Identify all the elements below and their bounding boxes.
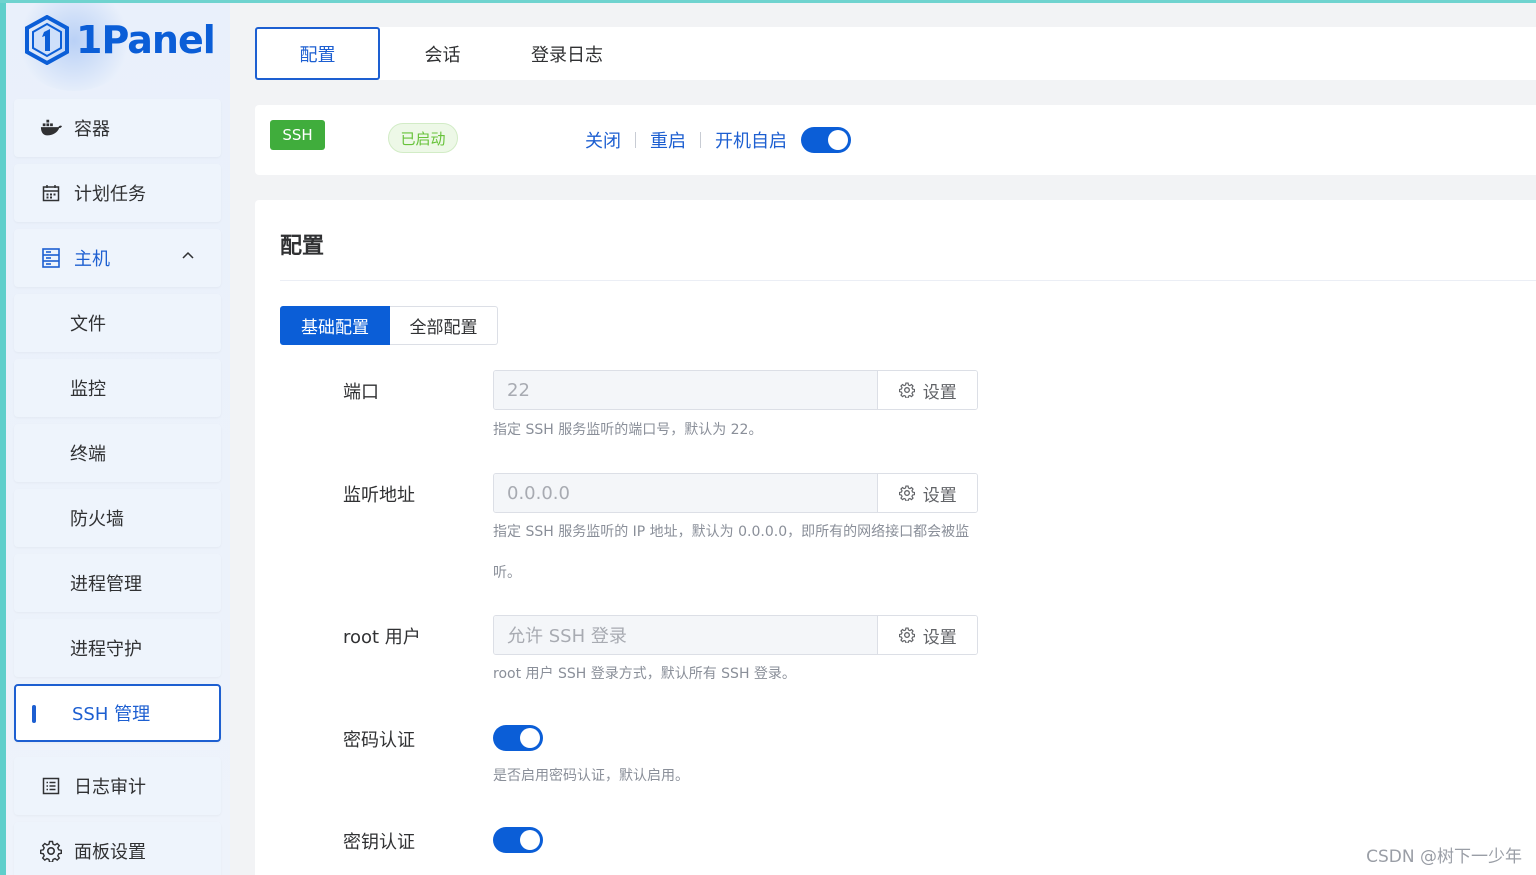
top-accent-strip <box>0 0 1536 3</box>
listen-address-input-group: 0.0.0.0 设置 <box>493 473 978 513</box>
listen-address-input[interactable]: 0.0.0.0 <box>494 474 878 512</box>
key-auth-toggle[interactable] <box>493 827 543 853</box>
sidebar-item-firewall[interactable]: 防火墙 <box>14 489 221 547</box>
port-label: 端口 <box>343 382 379 403</box>
sidebar-item-ssh[interactable]: SSH 管理 <box>14 684 221 742</box>
sidebar: 1Panel 容器 计划任务 主机 文件 监控 终端 防火墙 进程管理 进程守护… <box>0 3 230 875</box>
key-auth-label: 密钥认证 <box>343 832 415 853</box>
root-user-label: root 用户 <box>343 627 421 648</box>
tab-config[interactable]: 配置 <box>255 27 380 80</box>
root-user-input-group: 允许 SSH 登录 设置 <box>493 615 978 655</box>
logo[interactable]: 1Panel <box>14 3 224 91</box>
chevron-up-icon <box>182 251 194 259</box>
active-indicator <box>32 705 36 723</box>
sidebar-item-monitor[interactable]: 监控 <box>14 359 221 417</box>
sidebar-item-host[interactable]: 主机 <box>14 229 221 287</box>
sidebar-item-settings[interactable]: 面板设置 <box>14 822 221 875</box>
port-input[interactable]: 22 <box>494 371 878 409</box>
card-title: 配置 <box>280 234 325 259</box>
listen-address-hint: 指定 SSH 服务监听的 IP 地址，默认为 0.0.0.0，即所有的网络接口都… <box>493 524 970 581</box>
config-mode-segment: 基础配置 全部配置 <box>280 306 498 345</box>
sidebar-item-terminal[interactable]: 终端 <box>14 424 221 482</box>
root-user-select[interactable]: 允许 SSH 登录 <box>494 616 878 654</box>
port-hint: 指定 SSH 服务监听的端口号，默认为 22。 <box>493 422 763 438</box>
service-status-bar: SSH 已启动 关闭 重启 开机自启 <box>255 105 1536 175</box>
root-user-hint: root 用户 SSH 登录方式，默认所有 SSH 登录。 <box>493 666 796 682</box>
service-actions: 关闭 重启 开机自启 <box>585 125 851 155</box>
log-icon <box>40 775 62 797</box>
top-tab-bar: 配置 会话 登录日志 <box>255 27 1536 80</box>
port-input-group: 22 设置 <box>493 370 978 410</box>
server-icon <box>40 247 62 269</box>
password-auth-toggle[interactable] <box>493 725 543 751</box>
sidebar-item-cron[interactable]: 计划任务 <box>14 164 221 222</box>
config-card: 配置 基础配置 全部配置 端口 22 设置 指定 SSH 服务监听的端口号，默认… <box>255 200 1536 875</box>
root-user-set-button[interactable]: 设置 <box>877 616 977 654</box>
status-badge: 已启动 <box>388 123 458 153</box>
tab-sessions[interactable]: 会话 <box>390 27 495 80</box>
full-config-button[interactable]: 全部配置 <box>390 306 498 345</box>
port-set-button[interactable]: 设置 <box>877 371 977 409</box>
gear-icon <box>40 840 62 862</box>
password-auth-label: 密码认证 <box>343 730 415 751</box>
sidebar-item-process[interactable]: 进程管理 <box>14 554 221 612</box>
calendar-icon <box>40 182 62 204</box>
gear-icon <box>898 485 915 501</box>
1panel-logo-icon <box>25 15 69 65</box>
autostart-toggle[interactable] <box>801 127 851 153</box>
sidebar-item-container[interactable]: 容器 <box>14 99 221 157</box>
watermark: CSDN @树下一少年 <box>1366 847 1522 867</box>
sidebar-item-logs[interactable]: 日志审计 <box>14 757 221 815</box>
logo-text: 1Panel <box>76 18 216 62</box>
tab-login-log[interactable]: 登录日志 <box>517 27 617 80</box>
basic-config-button[interactable]: 基础配置 <box>280 306 390 345</box>
docker-icon <box>40 117 62 139</box>
service-tag: SSH <box>270 120 325 150</box>
listen-address-label: 监听地址 <box>343 485 415 506</box>
sidebar-item-supervisor[interactable]: 进程守护 <box>14 619 221 677</box>
restart-button[interactable]: 重启 <box>650 127 686 153</box>
gear-icon <box>898 382 915 398</box>
listen-address-set-button[interactable]: 设置 <box>877 474 977 512</box>
sidebar-item-files[interactable]: 文件 <box>14 294 221 352</box>
stop-button[interactable]: 关闭 <box>585 127 621 153</box>
autostart-label: 开机自启 <box>715 131 787 152</box>
divider <box>280 280 1536 281</box>
password-auth-hint: 是否启用密码认证，默认启用。 <box>493 768 689 784</box>
gear-icon <box>898 627 915 643</box>
